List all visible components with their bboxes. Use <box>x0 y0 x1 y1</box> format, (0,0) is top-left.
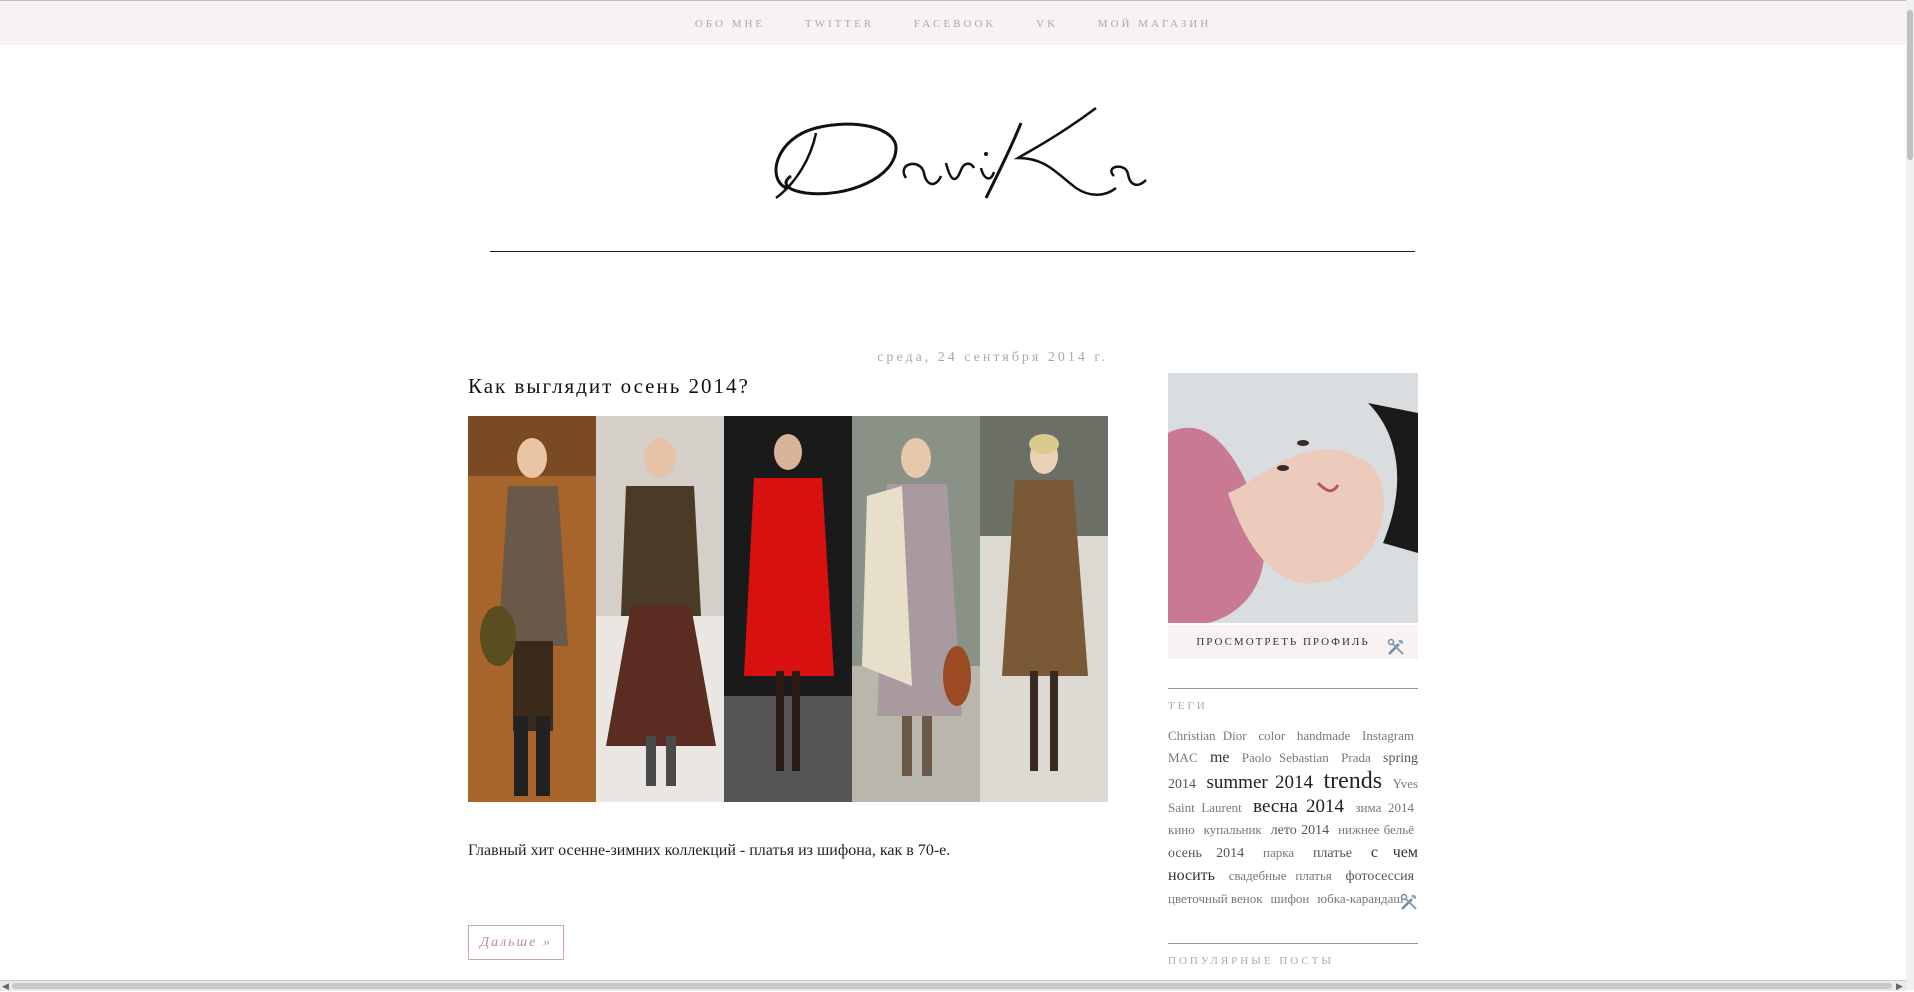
tag-link[interactable]: summer 2014 <box>1207 772 1313 793</box>
nav-shop[interactable]: МОЙ МАГАЗИН <box>1098 18 1211 30</box>
read-more-button[interactable]: Дальше » <box>468 925 564 960</box>
nav-vk[interactable]: VK <box>1036 18 1058 30</box>
blog-logo[interactable] <box>756 88 1156 218</box>
vertical-scroll-thumb[interactable] <box>1907 10 1913 160</box>
tag-link[interactable]: парка <box>1263 845 1294 860</box>
tag-link[interactable]: MAC <box>1168 750 1198 765</box>
tag-link[interactable]: Instagram <box>1362 728 1414 743</box>
tag-link[interactable]: кино <box>1168 822 1195 837</box>
tag-link[interactable]: лето 2014 <box>1271 823 1330 838</box>
tags-divider <box>1168 688 1418 689</box>
scroll-right-icon[interactable]: ▶ <box>1896 981 1903 992</box>
tag-cloud: Christian Dior color handmade Instagram … <box>1168 725 1418 910</box>
tag-link[interactable]: шифон <box>1271 891 1310 906</box>
tags-widget-title: ТЕГИ <box>1168 700 1208 712</box>
tag-link[interactable]: свадебные платья <box>1229 868 1332 883</box>
tag-link[interactable]: юбка-карандаш <box>1317 891 1403 906</box>
nav-twitter[interactable]: TWITTER <box>805 18 874 30</box>
runway-look-5 <box>980 416 1108 802</box>
tag-link[interactable]: осень 2014 <box>1168 846 1244 861</box>
tag-link[interactable]: trends <box>1323 768 1382 794</box>
nav-facebook[interactable]: FACEBOOK <box>914 18 996 30</box>
post-image[interactable] <box>468 416 1108 802</box>
tag-link[interactable]: Prada <box>1341 750 1371 765</box>
post-date: среда, 24 сентября 2014 г. <box>877 350 1108 365</box>
nav-about[interactable]: ОБО МНЕ <box>695 18 765 30</box>
post-title[interactable]: Как выглядит осень 2014? <box>468 374 750 399</box>
vertical-scrollbar[interactable] <box>1906 0 1914 990</box>
view-profile-link[interactable]: ПРОСМОТРЕТЬ ПРОФИЛЬ <box>1196 636 1369 648</box>
runway-look-3 <box>724 416 852 802</box>
tag-link[interactable]: Christian Dior <box>1168 728 1247 743</box>
tag-link[interactable]: фотосессия <box>1346 869 1414 884</box>
tag-link[interactable]: цветочный венок <box>1168 891 1263 906</box>
runway-look-2 <box>596 416 724 802</box>
horizontal-scroll-thumb[interactable] <box>12 983 1892 989</box>
scroll-left-icon[interactable]: ◀ <box>2 981 9 992</box>
tag-link[interactable]: весна 2014 <box>1253 796 1344 817</box>
top-nav: ОБО МНЕ TWITTER FACEBOOK VK МОЙ МАГАЗИН <box>0 18 1906 30</box>
profile-photo[interactable] <box>1168 373 1418 623</box>
header-divider <box>490 251 1415 252</box>
runway-look-1 <box>468 416 596 802</box>
tools-icon[interactable] <box>1400 893 1418 911</box>
popular-posts-title: ПОПУЛЯРНЫЕ ПОСТЫ <box>1168 955 1334 967</box>
profile-bar: ПРОСМОТРЕТЬ ПРОФИЛЬ <box>1168 625 1418 659</box>
popular-divider <box>1168 943 1418 944</box>
tag-link[interactable]: me <box>1210 749 1230 766</box>
tag-link[interactable]: color <box>1258 728 1285 743</box>
runway-look-4 <box>852 416 980 802</box>
tools-icon[interactable] <box>1387 638 1405 656</box>
tag-link[interactable]: купальник <box>1204 822 1262 837</box>
tag-link[interactable]: handmade <box>1297 728 1350 743</box>
tag-link[interactable]: Paolo Sebastian <box>1242 750 1329 765</box>
tag-link[interactable]: нижнее бельё <box>1338 822 1414 837</box>
tag-link[interactable]: зима 2014 <box>1355 800 1414 815</box>
post-excerpt: Главный хит осенне-зимних коллекций - пл… <box>468 842 951 859</box>
top-navigation-bar: ОБО МНЕ TWITTER FACEBOOK VK МОЙ МАГАЗИН <box>0 0 1906 45</box>
horizontal-scrollbar[interactable]: ◀ ▶ <box>0 980 1906 991</box>
tag-link[interactable]: платье <box>1313 846 1352 861</box>
